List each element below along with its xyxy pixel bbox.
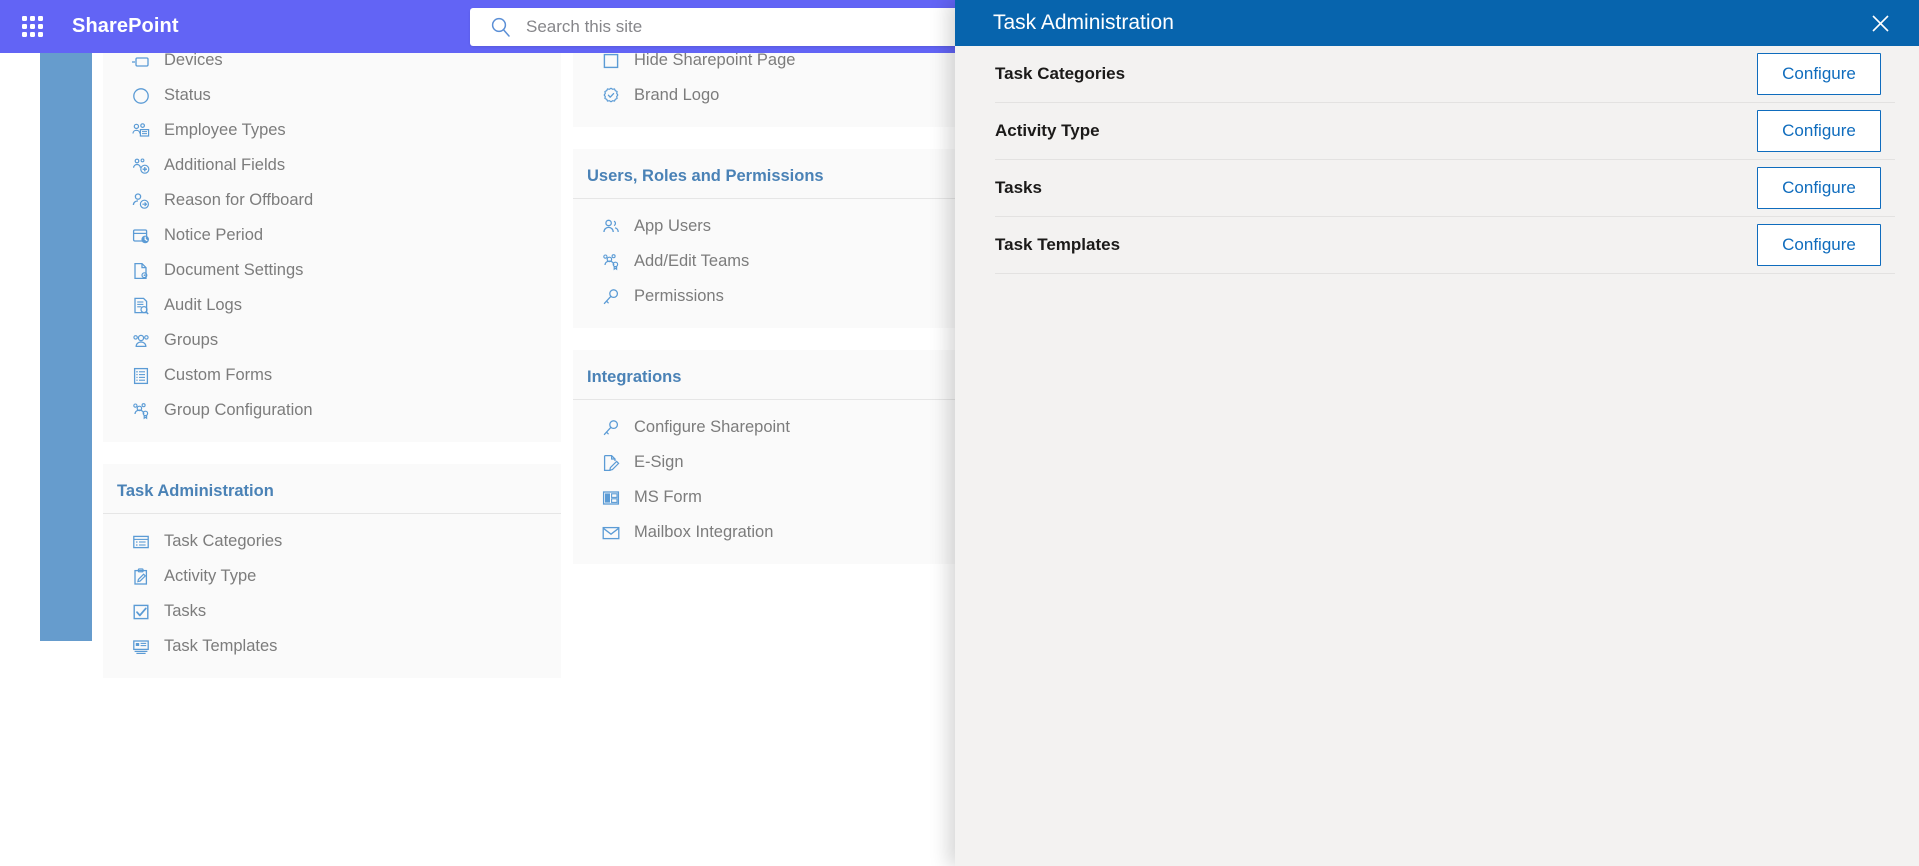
nav-item-devices[interactable]: Devices <box>103 53 561 78</box>
nav-item-label: Permissions <box>634 287 724 305</box>
section-title-task-administration: Task Administration <box>103 464 561 514</box>
app-users-icon <box>601 217 621 237</box>
nav-item-label: Task Categories <box>164 532 283 550</box>
nav-item-label: MS Form <box>634 488 702 506</box>
panel-title: Task Administration <box>993 11 1174 34</box>
audit-logs-icon <box>131 296 151 316</box>
nav-item-reason-for-offboard[interactable]: Reason for Offboard <box>103 183 561 218</box>
checkbox-icon <box>601 53 621 71</box>
panel-close-button[interactable] <box>1863 6 1897 40</box>
nav-item-employee-types[interactable]: Employee Types <box>103 113 561 148</box>
table-row: Tasks Configure <box>995 160 1895 217</box>
row-label: Task Categories <box>995 64 1126 83</box>
configure-task-templates-button[interactable]: Configure <box>1757 224 1881 266</box>
offboard-user-icon <box>131 191 151 211</box>
panel-body: Task Categories Configure Activity Type … <box>955 46 1919 866</box>
row-label: Tasks <box>995 178 1042 197</box>
card-spacer <box>103 514 561 524</box>
nav-item-label: Configure Sharepoint <box>634 418 790 436</box>
nav-item-additional-fields[interactable]: Additional Fields <box>103 148 561 183</box>
nav-item-label: Status <box>164 86 211 104</box>
nav-item-label: Document Settings <box>164 261 304 279</box>
nav-item-status[interactable]: Status <box>103 78 561 113</box>
nav-column-1: Devices Status Employee Types Additional… <box>103 53 561 700</box>
nav-item-label: Group Configuration <box>164 401 313 419</box>
nav-item-label: Custom Forms <box>164 366 273 384</box>
tasks-checkbox-icon <box>131 602 151 622</box>
card-spacer <box>103 428 561 442</box>
nav-item-label: Mailbox Integration <box>634 523 774 541</box>
nav-item-document-settings[interactable]: Document Settings <box>103 253 561 288</box>
waffle-grid-icon <box>21 16 43 37</box>
row-label: Task Templates <box>995 235 1121 254</box>
nav-item-label: Brand Logo <box>634 86 720 104</box>
document-settings-icon <box>131 261 151 281</box>
nav-item-audit-logs[interactable]: Audit Logs <box>103 288 561 323</box>
add-fields-icon <box>131 156 151 176</box>
table-row: Activity Type Configure <box>995 103 1895 160</box>
nav-item-label: Tasks <box>164 602 207 620</box>
nav-card-task-administration: Task Administration Task Categories Acti… <box>103 464 561 678</box>
nav-item-label: Groups <box>164 331 219 349</box>
panel-header: Task Administration <box>955 0 1919 46</box>
nav-item-label: App Users <box>634 217 712 235</box>
groups-icon <box>131 331 151 351</box>
close-icon <box>1871 14 1889 32</box>
task-categories-icon <box>131 532 151 552</box>
nav-item-label: Task Templates <box>164 637 278 655</box>
custom-forms-icon <box>131 366 151 386</box>
devices-icon <box>131 53 151 71</box>
nav-item-notice-period[interactable]: Notice Period <box>103 218 561 253</box>
permissions-key-icon <box>601 287 621 307</box>
card-spacer <box>103 664 561 678</box>
task-administration-panel: Task Administration Task Categories Conf… <box>955 0 1919 866</box>
nav-item-task-templates[interactable]: Task Templates <box>103 629 561 664</box>
nav-item-label: Employee Types <box>164 121 286 139</box>
nav-item-label: Notice Period <box>164 226 264 244</box>
sharepoint-brand-label[interactable]: SharePoint <box>72 15 179 38</box>
configure-activity-type-button[interactable]: Configure <box>1757 110 1881 152</box>
nav-item-label: Activity Type <box>164 567 257 585</box>
nav-item-label: Additional Fields <box>164 156 286 174</box>
activity-type-clipboard-icon <box>131 567 151 587</box>
brand-logo-badge-icon <box>601 86 621 106</box>
task-templates-icon <box>131 637 151 657</box>
nav-item-tasks[interactable]: Tasks <box>103 594 561 629</box>
configure-tasks-button[interactable]: Configure <box>1757 167 1881 209</box>
circle-status-icon <box>131 86 151 106</box>
notice-period-clock-icon <box>131 226 151 246</box>
group-configuration-icon <box>131 401 151 421</box>
nav-item-label: Add/Edit Teams <box>634 252 750 270</box>
configure-task-categories-button[interactable]: Configure <box>1757 53 1881 95</box>
configure-sharepoint-key-icon <box>601 418 621 438</box>
table-row: Task Templates Configure <box>995 217 1895 274</box>
e-sign-icon <box>601 453 621 473</box>
nav-item-groups[interactable]: Groups <box>103 323 561 358</box>
table-row: Task Categories Configure <box>995 46 1895 103</box>
mailbox-envelope-icon <box>601 523 621 543</box>
row-label: Activity Type <box>995 121 1100 140</box>
nav-item-label: Reason for Offboard <box>164 191 314 209</box>
employee-types-icon <box>131 121 151 141</box>
nav-item-group-configuration[interactable]: Group Configuration <box>103 393 561 428</box>
ms-form-icon <box>601 488 621 508</box>
nav-item-task-categories[interactable]: Task Categories <box>103 524 561 559</box>
nav-item-label: Devices <box>164 53 223 69</box>
nav-item-custom-forms[interactable]: Custom Forms <box>103 358 561 393</box>
left-accent-rail <box>40 53 92 641</box>
nav-item-label: Audit Logs <box>164 296 242 314</box>
search-icon <box>490 16 512 38</box>
nav-item-activity-type[interactable]: Activity Type <box>103 559 561 594</box>
nav-item-label: Hide Sharepoint Page <box>634 53 796 69</box>
nav-item-label: E-Sign <box>634 453 684 471</box>
nav-card-general: Devices Status Employee Types Additional… <box>103 53 561 442</box>
app-launcher-button[interactable] <box>8 3 56 51</box>
add-edit-teams-icon <box>601 252 621 272</box>
